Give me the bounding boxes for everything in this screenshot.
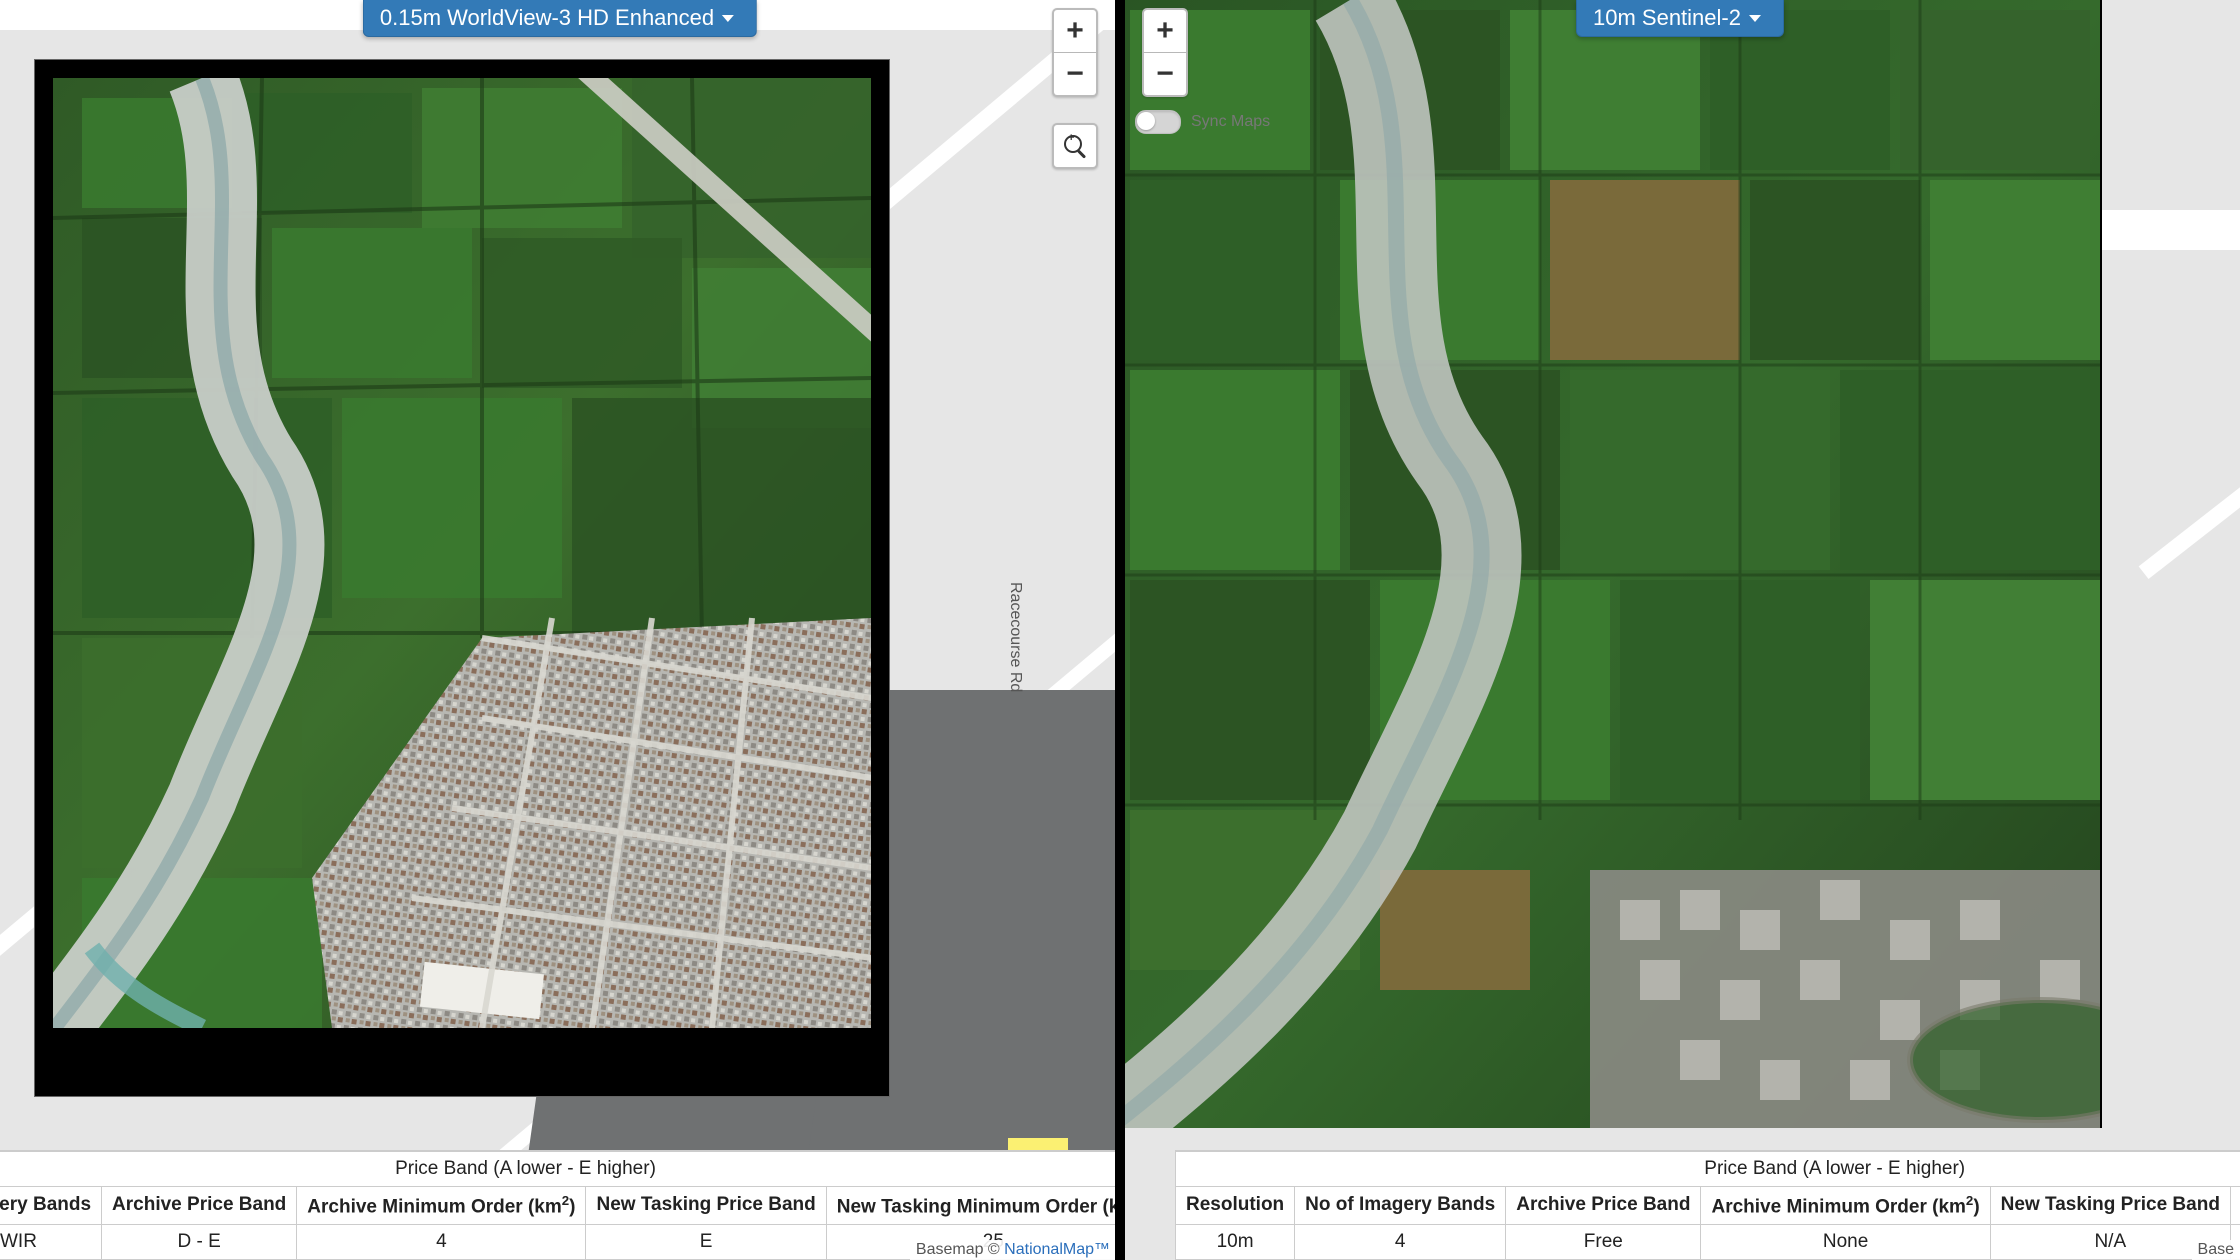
col-imagery-bands: No of Imagery Bands <box>1295 1186 1506 1224</box>
col-task-price: New Tasking Price Band <box>1990 1186 2230 1224</box>
imagery-source-dropdown[interactable]: 10m Sentinel-2 <box>1576 0 1784 37</box>
basemap-credit: Basemap © NationalMap™ <box>910 1240 1116 1260</box>
col-archive-price: Archive Price Band <box>1506 1186 1701 1224</box>
imagery-swatch-left[interactable] <box>34 59 890 1097</box>
col-archive-price: Archive Price Band <box>102 1186 297 1224</box>
col-task-min: New Tasking Minimum Ord <box>2230 1186 2240 1224</box>
sync-maps-toggle[interactable] <box>1135 110 1181 134</box>
zoom-out-button[interactable]: − <box>1052 53 1098 97</box>
col-resolution: Resolution <box>1176 1186 1295 1224</box>
dropdown-label: 0.15m WorldView-3 HD Enhanced <box>380 7 714 29</box>
table-super-header: Price Band (A lower - E higher) <box>0 1151 1120 1186</box>
sync-maps-label: Sync Maps <box>1191 113 1270 131</box>
road-label: Racecourse Rd <box>1006 582 1024 692</box>
col-task-min: New Tasking Minimum Order (km2) <box>826 1186 1120 1224</box>
sync-maps-row: Sync Maps <box>1135 110 1270 134</box>
table-row: 10m 4 Free None N/A N/A <box>1176 1225 2240 1260</box>
col-task-price: New Tasking Price Band <box>586 1186 826 1224</box>
comparison-table-right: Price Band (A lower - E higher) Resoluti… <box>1175 1150 2240 1260</box>
col-archive-min: Archive Minimum Order (km2) <box>1701 1186 1990 1224</box>
imagery-source-dropdown[interactable]: 0.15m WorldView-3 HD Enhanced <box>363 0 757 37</box>
table-super-header: Price Band (A lower - E higher) <box>1176 1151 2240 1186</box>
zoom-to-extent-button[interactable]: + <box>1052 123 1098 169</box>
imagery-compare-app: Racecourse Rd <box>0 0 2240 1260</box>
dropdown-label: 10m Sentinel-2 <box>1593 7 1741 29</box>
col-archive-min: Archive Minimum Order (km2) <box>297 1186 586 1224</box>
left-pane[interactable]: Racecourse Rd <box>0 0 1120 1260</box>
credit-link[interactable]: NationalMap™ <box>1004 1241 1110 1258</box>
map-controls: + − + <box>1052 8 1098 169</box>
zoom-control: + − <box>1052 8 1098 97</box>
magnifier-plus-icon: + <box>1064 135 1086 157</box>
zoom-in-button[interactable]: + <box>1052 8 1098 53</box>
caret-down-icon <box>722 15 734 22</box>
imagery-swatch-right[interactable] <box>1120 0 2102 1128</box>
map-controls: + − <box>1142 8 1188 97</box>
zoom-control: + − <box>1142 8 1188 97</box>
col-imagery-bands: No of Imagery Bands <box>0 1186 102 1224</box>
basemap-credit: Base <box>2192 1240 2240 1260</box>
zoom-in-button[interactable]: + <box>1142 8 1188 53</box>
caret-down-icon <box>1749 15 1761 22</box>
zoom-out-button[interactable]: − <box>1142 53 1188 97</box>
right-pane[interactable]: 10m Sentinel-2 + − Sync Maps Price Band … <box>1120 0 2240 1260</box>
